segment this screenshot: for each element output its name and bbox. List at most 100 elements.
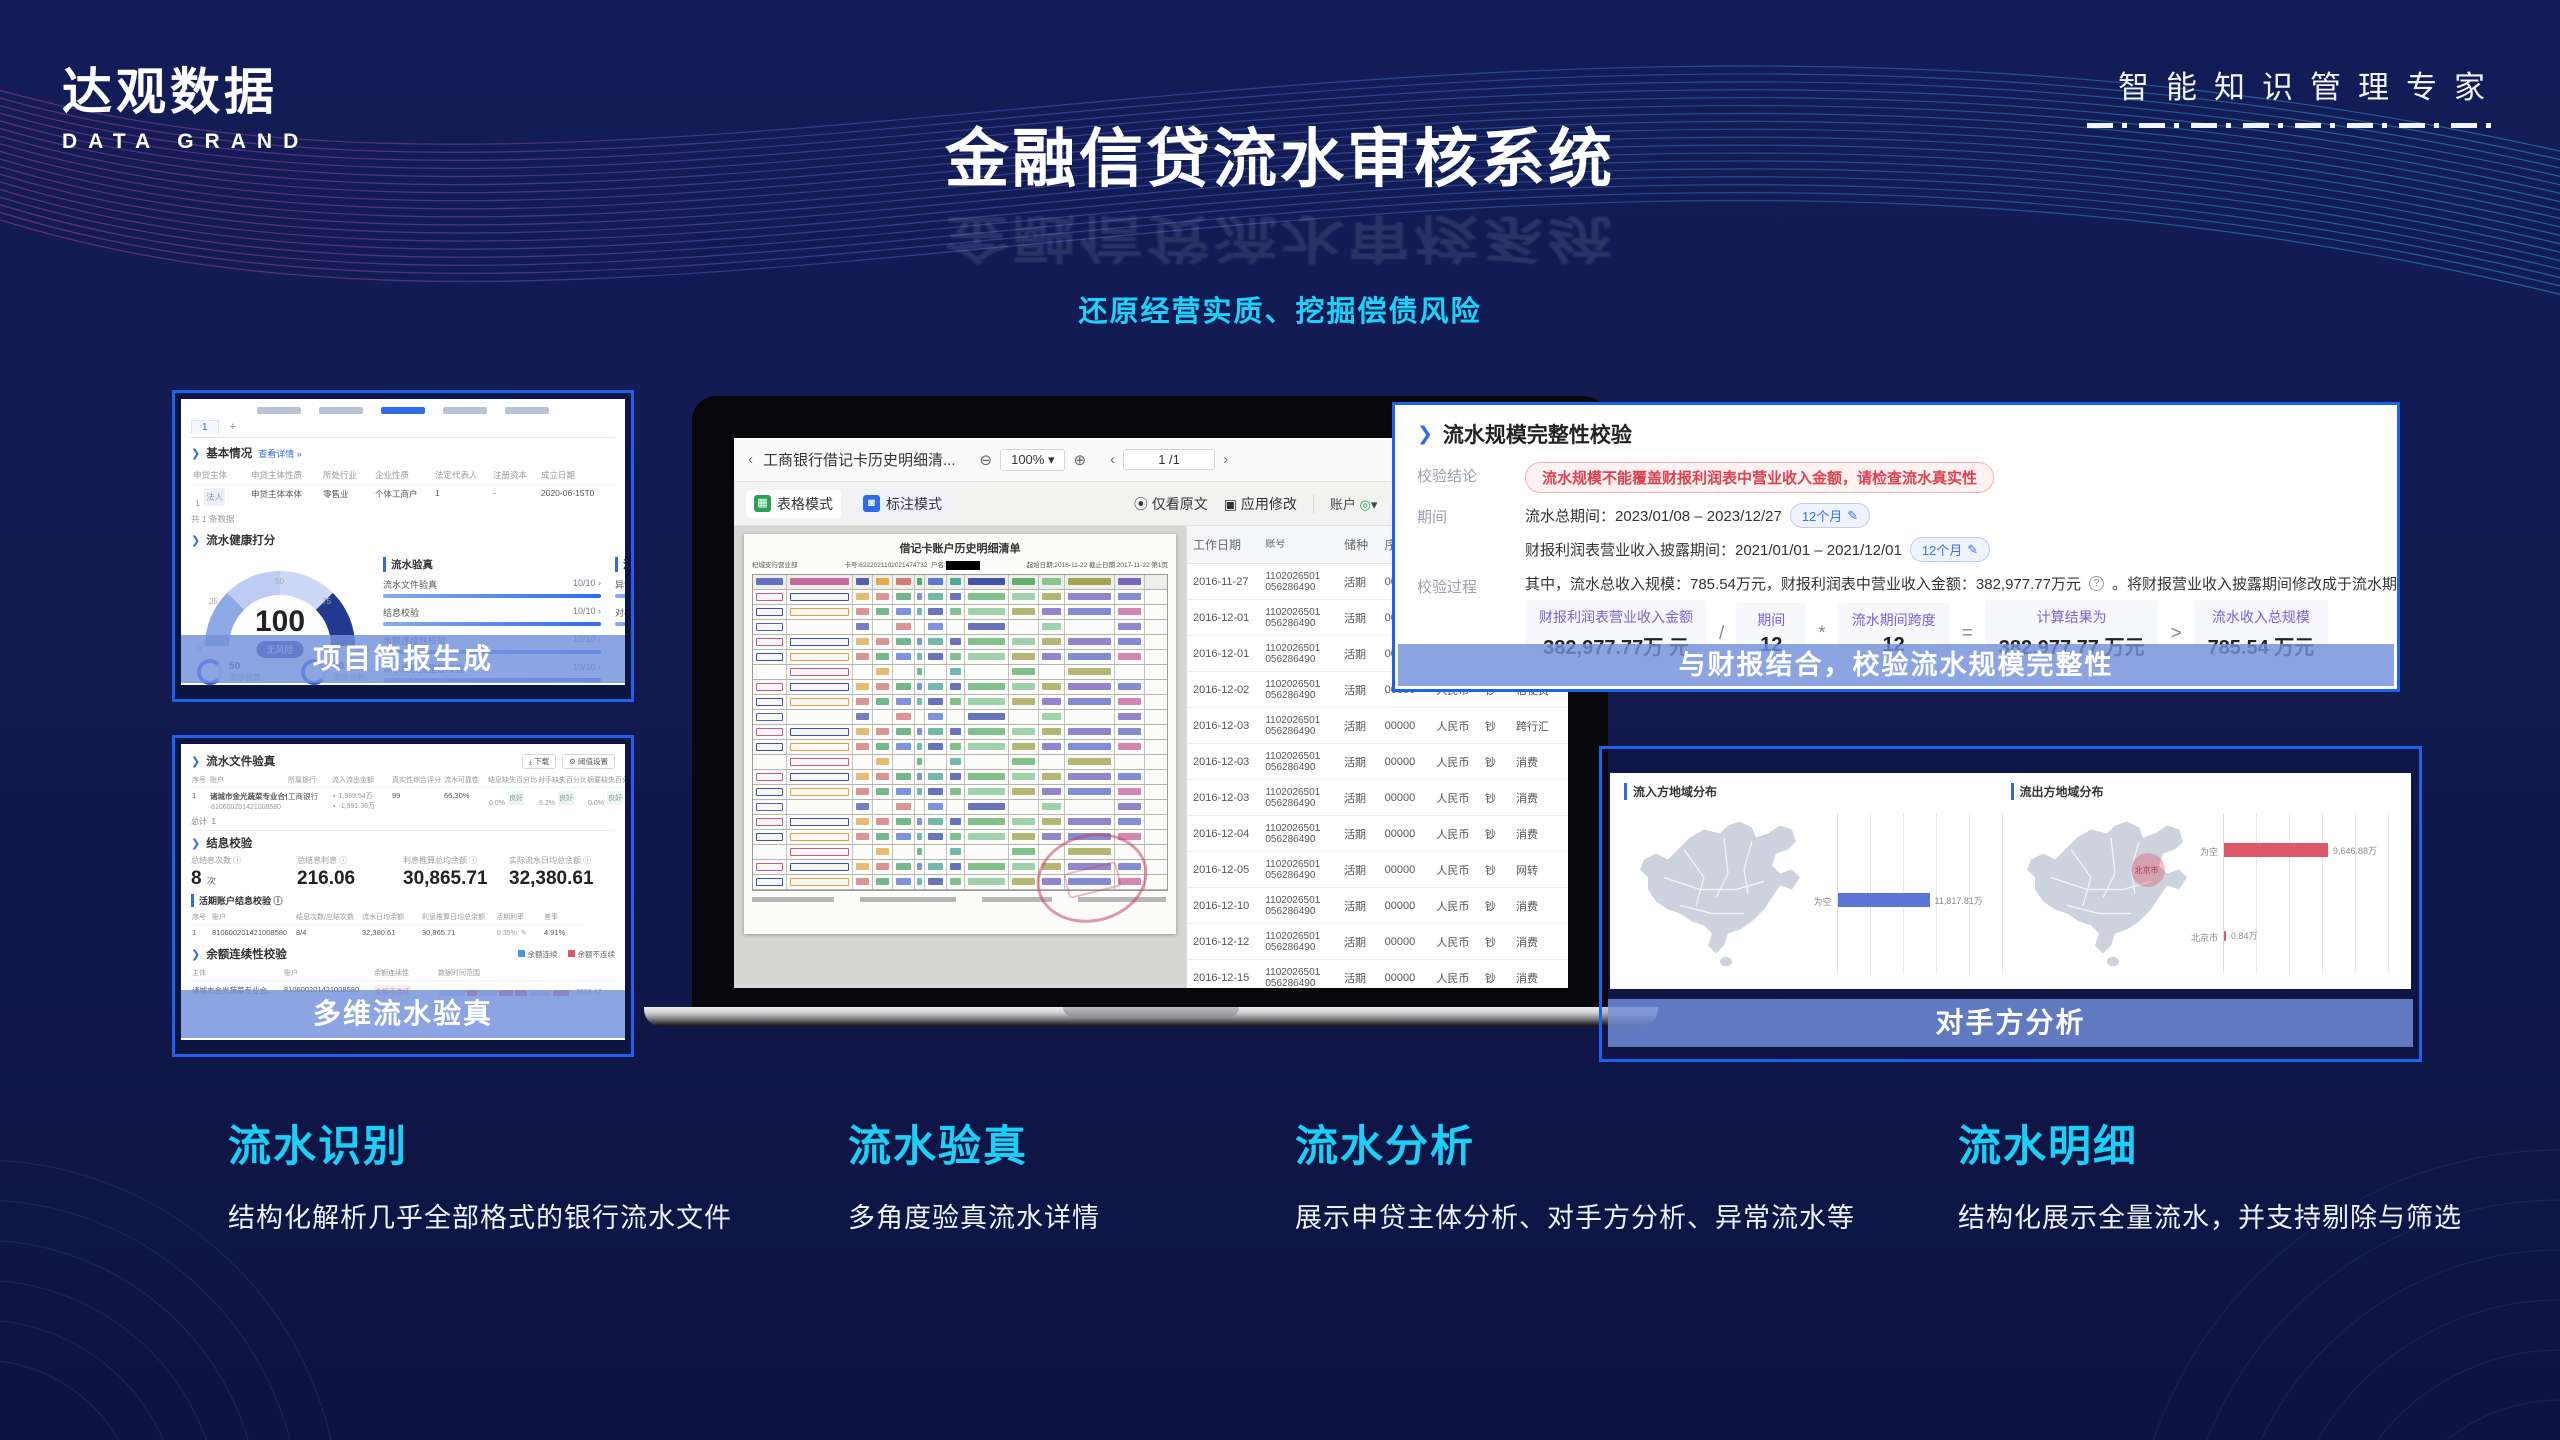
table-row: 2016-12-031102026501056286490活期00000人民币钞…	[1187, 780, 1568, 816]
chevron-right-icon: ❯	[1417, 423, 1433, 446]
add-tab-button[interactable]: +	[223, 420, 243, 434]
panel-caption: 与财报结合，校验流水规模完整性	[1398, 644, 2394, 686]
feature-detail: 流水明细 结构化展示全量流水，并支持剔除与筛选	[1958, 1112, 2462, 1235]
annotate-mode-button[interactable]: ◙ 标注模式	[855, 490, 950, 518]
cell-type: 活期	[1338, 682, 1379, 698]
detail-link[interactable]: 查看详情 »	[258, 447, 302, 460]
cell-memo: 跨行汇	[1510, 718, 1568, 734]
scanned-document-pane: 借记卡账户历史明细清单 杞城支行营业部 卡号:62220211020214747…	[734, 526, 1186, 988]
table-row: 2016-12-041102026501056286490活期00000人民币钞…	[1187, 816, 1568, 852]
inflow-chart-title: 流入方地域分布	[1624, 783, 2011, 800]
cell-account: 1102026501056286490	[1259, 679, 1338, 701]
view-original-button[interactable]: ⦿ 仅看原文	[1134, 494, 1208, 514]
cell-currency: 人民币	[1430, 862, 1479, 878]
score-value: 10/10 ›	[573, 606, 601, 619]
feature-desc: 结构化解析几乎全部格式的银行流水文件	[228, 1196, 732, 1235]
cell-memo: 消费	[1510, 754, 1568, 770]
table-row: 2016-12-151102026501056286490活期00000人民币钞…	[1187, 960, 1568, 988]
statement-title: 借记卡账户历史明细清单	[752, 540, 1168, 556]
cell-currency: 人民币	[1430, 718, 1479, 734]
cell-date: 2016-12-01	[1187, 612, 1259, 624]
gauge-value: 100	[191, 605, 369, 639]
cell-cash: 钞	[1479, 790, 1510, 806]
scanned-bank-statement: 借记卡账户历史明细清单 杞城支行营业部 卡号:62220211020214747…	[744, 534, 1176, 934]
table-grid-icon: ▦	[754, 495, 771, 512]
scanned-row	[753, 665, 1167, 680]
cell-type: 活期	[1338, 862, 1379, 878]
score-bar	[383, 622, 601, 626]
table-mode-button[interactable]: ▦ 表格模式	[746, 490, 841, 518]
zoom-level-select[interactable]: 100% ▾	[1000, 449, 1065, 471]
label-period: 期间	[1417, 503, 1525, 571]
cell-account: 1102026501056286490	[1259, 823, 1338, 845]
scanned-row	[753, 680, 1167, 695]
cell-account: 1102026501056286490	[1259, 643, 1338, 665]
cell-cash: 钞	[1479, 970, 1510, 986]
panel-scale-check: ❯ 流水规模完整性校验 校验结论 流水规模不能覆盖财报利润表中营业收入金额，请检…	[1392, 402, 2400, 692]
cell-account: 1102026501056286490	[1259, 607, 1338, 629]
score-item: 异常流水10/10 ›	[615, 578, 625, 598]
china-map	[2011, 809, 2211, 974]
section-interest-title: 结息校验	[206, 835, 252, 851]
table-row: 2016-12-051102026501056286490活期00000人民币钞…	[1187, 852, 1568, 888]
scale-check-title: 流水规模完整性校验	[1443, 419, 1632, 449]
settings-button[interactable]: ⚙ 阈值设置	[562, 754, 615, 769]
cell-date: 2016-11-27	[1187, 576, 1259, 588]
apply-changes-button[interactable]: ▣ 应用修改	[1224, 494, 1297, 514]
record-count: 共 1 条数据	[191, 513, 615, 525]
briefing-tab[interactable]: 1	[191, 420, 219, 434]
outflow-bar-chart: 为空 9,646.88万 北京市 0.84万	[2223, 813, 2391, 973]
counterparty-screenshot: 流入方地域分布 为空 11,817.81万	[1610, 773, 2411, 989]
cell-serial: 00000	[1379, 972, 1431, 984]
back-icon[interactable]: ‹	[748, 451, 753, 468]
section-file-verify-title: 流水文件验真	[206, 753, 275, 769]
basic-info-table: 申贷主体申贷主体性质 所处行业企业性质 法定代表人注册资本 成立日期 1 法人 …	[191, 466, 615, 511]
cell-serial: 00000	[1379, 756, 1431, 768]
download-button[interactable]: ⤓ 下载	[522, 754, 556, 769]
scanned-row	[753, 635, 1167, 650]
table-row: 2016-12-031102026501056286490活期00000人民币钞…	[1187, 708, 1568, 744]
cell-currency: 人民币	[1430, 934, 1479, 950]
cell-serial: 00000	[1379, 936, 1431, 948]
page-subtitle: 还原经营实质、挖掘偿债风险	[0, 288, 2560, 330]
panel-caption: 项目简报生成	[181, 635, 625, 683]
cell-type: 活期	[1338, 754, 1379, 770]
period-tag[interactable]: 12个月✎	[1790, 503, 1870, 528]
cell-account: 1102026501056286490	[1259, 967, 1338, 989]
chevron-right-icon: ❯	[191, 534, 200, 547]
section-score-title: 流水健康打分	[206, 532, 275, 548]
scanned-row	[753, 770, 1167, 785]
zoom-in-icon[interactable]: ⊕	[1073, 451, 1086, 469]
score-item: 对手分析10/10 ›	[615, 606, 625, 626]
cell-type: 活期	[1338, 646, 1379, 662]
zoom-out-icon[interactable]: ⊖	[980, 451, 993, 469]
cell-type: 活期	[1338, 898, 1379, 914]
edit-icon[interactable]: ✎	[520, 928, 528, 939]
score-bar	[383, 594, 601, 598]
cell-date: 2016-12-15	[1187, 972, 1259, 984]
cell-currency: 人民币	[1430, 970, 1479, 986]
cell-serial: 00000	[1379, 864, 1431, 876]
bar-inflow	[1838, 893, 1930, 907]
laptop-base	[644, 1007, 1658, 1027]
next-page-icon[interactable]: ›	[1223, 451, 1228, 468]
cell-memo: 消费	[1510, 970, 1568, 986]
cell-cash: 钞	[1479, 826, 1510, 842]
cell-account: 1102026501056286490	[1259, 931, 1338, 953]
cell-cash: 钞	[1479, 862, 1510, 878]
panel-briefing: 1 + ❯ 基本情况 查看详情 » 申贷主体申贷主体性质 所处行业企业性质 法定…	[172, 390, 634, 702]
cell-account: 1102026501056286490	[1259, 571, 1338, 593]
inflow-region-chart: 流入方地域分布 为空 11,817.81万	[1624, 783, 2011, 979]
prev-page-icon[interactable]: ‹	[1110, 451, 1115, 468]
cell-date: 2016-12-12	[1187, 936, 1259, 948]
cell-currency: 人民币	[1430, 790, 1479, 806]
feature-title: 流水识别	[228, 1112, 732, 1174]
table-row: 2016-12-121102026501056286490活期00000人民币钞…	[1187, 924, 1568, 960]
cell-memo: 消费	[1510, 934, 1568, 950]
cell-date: 2016-12-10	[1187, 900, 1259, 912]
help-icon[interactable]: ?	[2089, 576, 2104, 591]
account-filter-dropdown[interactable]: 账户 ◎▾	[1330, 494, 1378, 513]
scanned-row	[753, 695, 1167, 710]
period-tag[interactable]: 12个月✎	[1910, 537, 1990, 562]
scanned-row	[753, 590, 1167, 605]
